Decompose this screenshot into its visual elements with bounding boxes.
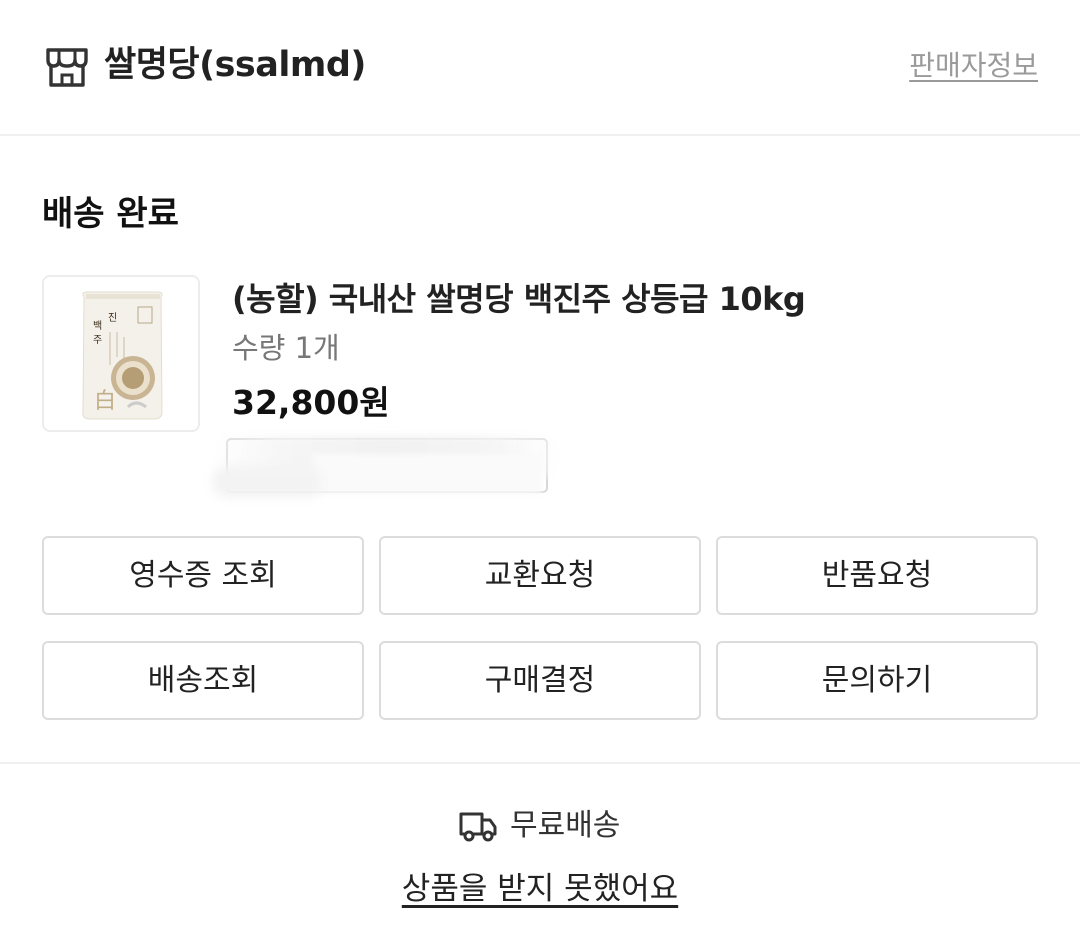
confirm-purchase-button[interactable]: 구매결정 — [379, 641, 701, 720]
track-delivery-button[interactable]: 배송조회 — [42, 641, 364, 720]
not-received-link[interactable]: 상품을 받지 못했어요 — [0, 866, 1080, 912]
order-status: 배송 완료 — [42, 194, 179, 234]
exchange-request-button[interactable]: 교환요청 — [379, 536, 701, 615]
section-divider — [0, 762, 1080, 764]
store-header: 쌀명당(ssalmd) 판매자정보 — [0, 0, 1080, 136]
rice-bag-image: 백 진 주 白 — [44, 277, 198, 430]
store-icon — [46, 48, 88, 87]
svg-text:진: 진 — [108, 312, 117, 324]
thumbnail-glyph: 白 — [94, 389, 116, 414]
redacted-area — [212, 436, 562, 498]
shipping-label: 무료배송 — [510, 808, 621, 843]
return-request-button[interactable]: 반품요청 — [716, 536, 1038, 615]
receipt-button[interactable]: 영수증 조회 — [42, 536, 364, 615]
product-quantity: 수량 1개 — [232, 331, 340, 365]
shipping-info: 무료배송 — [458, 802, 620, 850]
product-thumbnail[interactable]: 백 진 주 白 — [42, 275, 200, 432]
product-price: 32,800원 — [232, 383, 390, 422]
product-name[interactable]: (농할) 국내산 쌀명당 백진주 상등급 10kg — [232, 276, 806, 322]
truck-icon — [459, 812, 497, 842]
thumbnail-brand-text: 백 — [93, 320, 102, 332]
seller-info-link[interactable]: 판매자정보 — [909, 46, 1038, 86]
svg-text:주: 주 — [93, 335, 102, 346]
store-name[interactable]: 쌀명당(ssalmd) — [104, 40, 366, 90]
inquiry-button[interactable]: 문의하기 — [716, 641, 1038, 720]
